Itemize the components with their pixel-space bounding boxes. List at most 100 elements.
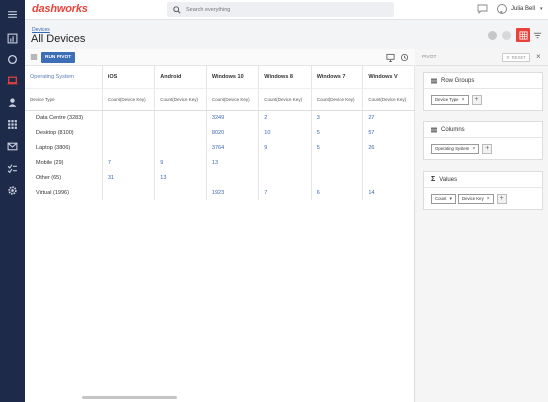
column-header[interactable]: Windows V bbox=[362, 66, 415, 89]
table-cell[interactable]: 31 bbox=[102, 170, 156, 185]
value-chip[interactable]: Device Key × bbox=[457, 193, 494, 204]
table-cell[interactable] bbox=[311, 170, 364, 185]
devices-laptop-icon[interactable] bbox=[7, 75, 18, 86]
search-input[interactable] bbox=[186, 6, 386, 13]
table-row[interactable]: Other (65) 31 13 bbox=[25, 170, 415, 185]
column-chip[interactable]: Operating System × bbox=[431, 143, 480, 154]
status-circle-icon[interactable] bbox=[488, 31, 497, 40]
user-icon[interactable] bbox=[7, 97, 18, 108]
table-cell[interactable] bbox=[362, 155, 415, 170]
table-cell[interactable]: 2 bbox=[258, 110, 312, 125]
row-group-chip[interactable]: Device Type × bbox=[431, 94, 469, 105]
table-cell[interactable]: 6 bbox=[311, 185, 364, 200]
remove-chip-icon[interactable]: × bbox=[462, 97, 465, 103]
table-cell[interactable]: 7 bbox=[258, 185, 312, 200]
table-cell[interactable] bbox=[102, 110, 156, 125]
row-group-label[interactable]: Laptop (3806) bbox=[25, 140, 103, 155]
row-group-label[interactable]: Data Centre (3283) bbox=[25, 110, 103, 125]
table-cell[interactable]: 5 bbox=[311, 140, 364, 155]
filter-lines-icon[interactable] bbox=[533, 31, 542, 40]
run-pivot-button[interactable]: RUN PIVOT bbox=[41, 52, 76, 63]
mail-icon[interactable] bbox=[7, 141, 18, 152]
row-group-label[interactable]: Other (65) bbox=[25, 170, 103, 185]
table-cell[interactable]: 8020 bbox=[206, 125, 260, 140]
aggregation-select[interactable]: Count ▾ bbox=[431, 193, 456, 204]
add-row-group-button[interactable]: + bbox=[471, 94, 482, 105]
table-cell[interactable] bbox=[154, 185, 207, 200]
row-group-header[interactable]: Operating System bbox=[25, 66, 103, 89]
globe-icon[interactable] bbox=[502, 31, 511, 40]
grid-view-button[interactable] bbox=[516, 28, 530, 42]
apps-grid-icon[interactable] bbox=[7, 119, 18, 130]
table-cell[interactable]: 26 bbox=[362, 140, 415, 155]
column-header[interactable]: Windows 8 bbox=[258, 66, 312, 89]
table-cell[interactable]: 14 bbox=[362, 185, 415, 200]
table-cell[interactable]: 13 bbox=[206, 155, 260, 170]
column-header[interactable]: iOS bbox=[102, 66, 156, 89]
table-cell[interactable] bbox=[102, 125, 156, 140]
table-cell[interactable]: 27 bbox=[362, 110, 415, 125]
table-cell[interactable] bbox=[154, 125, 207, 140]
value-subheader[interactable]: Count(Device Key) bbox=[102, 88, 156, 111]
table-row[interactable]: Laptop (3806) 3764 9 5 26 bbox=[25, 140, 415, 155]
column-menu-icon[interactable] bbox=[30, 53, 38, 61]
table-row[interactable]: Virtual (1996) 1923 7 6 14 bbox=[25, 185, 415, 200]
table-cell[interactable] bbox=[362, 170, 415, 185]
circle-nav-icon[interactable] bbox=[7, 54, 18, 65]
export-monitor-icon[interactable] bbox=[386, 53, 395, 62]
table-cell[interactable]: 3 bbox=[311, 110, 364, 125]
horizontal-scrollbar[interactable] bbox=[82, 396, 177, 399]
table-cell[interactable] bbox=[258, 155, 312, 170]
settings-gear-icon[interactable] bbox=[7, 185, 18, 196]
column-header[interactable]: Android bbox=[154, 66, 207, 89]
chat-icon[interactable] bbox=[477, 4, 488, 14]
table-cell[interactable]: 9 bbox=[258, 140, 312, 155]
table-cell[interactable] bbox=[206, 170, 260, 185]
pivot-table: Operating System iOS Android Windows 10 … bbox=[25, 66, 415, 200]
chevron-down-icon[interactable]: ▾ bbox=[540, 6, 543, 12]
value-subheader[interactable]: Count(Device Key) bbox=[206, 88, 260, 111]
remove-chip-icon[interactable]: × bbox=[472, 146, 475, 152]
remove-chip-icon[interactable]: × bbox=[487, 196, 490, 202]
global-search[interactable] bbox=[167, 2, 394, 17]
value-subheader[interactable]: Count(Device Key) bbox=[154, 88, 207, 111]
checklist-icon[interactable] bbox=[7, 163, 18, 174]
column-header[interactable]: Windows 10 bbox=[206, 66, 260, 89]
table-cell[interactable]: 3249 bbox=[206, 110, 260, 125]
table-row[interactable]: Desktop (8100) 8020 10 5 57 bbox=[25, 125, 415, 140]
table-cell[interactable]: 3764 bbox=[206, 140, 260, 155]
table-row[interactable]: Data Centre (3283) 3249 2 3 27 bbox=[25, 110, 415, 125]
table-cell[interactable]: 1923 bbox=[206, 185, 260, 200]
row-subheader[interactable]: Device Type bbox=[25, 88, 103, 111]
user-name[interactable]: Julia Bell bbox=[511, 6, 535, 12]
row-group-label[interactable]: Mobile (29) bbox=[25, 155, 103, 170]
row-group-label[interactable]: Virtual (1996) bbox=[25, 185, 103, 200]
table-cell[interactable]: 7 bbox=[102, 155, 156, 170]
dashworks-logo[interactable]: dashworks bbox=[32, 3, 88, 15]
add-value-button[interactable]: + bbox=[496, 193, 507, 204]
close-panel-icon[interactable]: × bbox=[536, 53, 541, 61]
row-group-label[interactable]: Desktop (8100) bbox=[25, 125, 103, 140]
reset-button[interactable]: ✕ RESET bbox=[502, 53, 530, 62]
table-cell[interactable]: 57 bbox=[362, 125, 415, 140]
history-icon[interactable] bbox=[400, 53, 409, 62]
table-cell[interactable] bbox=[258, 170, 312, 185]
column-header[interactable]: Windows 7 bbox=[311, 66, 364, 89]
table-row[interactable]: Mobile (29) 7 9 13 bbox=[25, 155, 415, 170]
table-cell[interactable] bbox=[102, 140, 156, 155]
table-cell[interactable] bbox=[102, 185, 156, 200]
table-cell[interactable]: 13 bbox=[154, 170, 207, 185]
hamburger-menu-icon[interactable] bbox=[7, 9, 18, 20]
table-cell[interactable]: 9 bbox=[154, 155, 207, 170]
table-cell[interactable] bbox=[311, 155, 364, 170]
value-subheader[interactable]: Count(Device Key) bbox=[362, 88, 415, 111]
user-avatar[interactable] bbox=[497, 4, 507, 14]
value-subheader[interactable]: Count(Device Key) bbox=[311, 88, 364, 111]
table-cell[interactable]: 10 bbox=[258, 125, 312, 140]
table-cell[interactable]: 5 bbox=[311, 125, 364, 140]
table-cell[interactable] bbox=[154, 140, 207, 155]
add-column-button[interactable]: + bbox=[482, 143, 493, 154]
dashboard-icon[interactable] bbox=[7, 33, 18, 44]
value-subheader[interactable]: Count(Device Key) bbox=[258, 88, 312, 111]
table-cell[interactable] bbox=[154, 110, 207, 125]
